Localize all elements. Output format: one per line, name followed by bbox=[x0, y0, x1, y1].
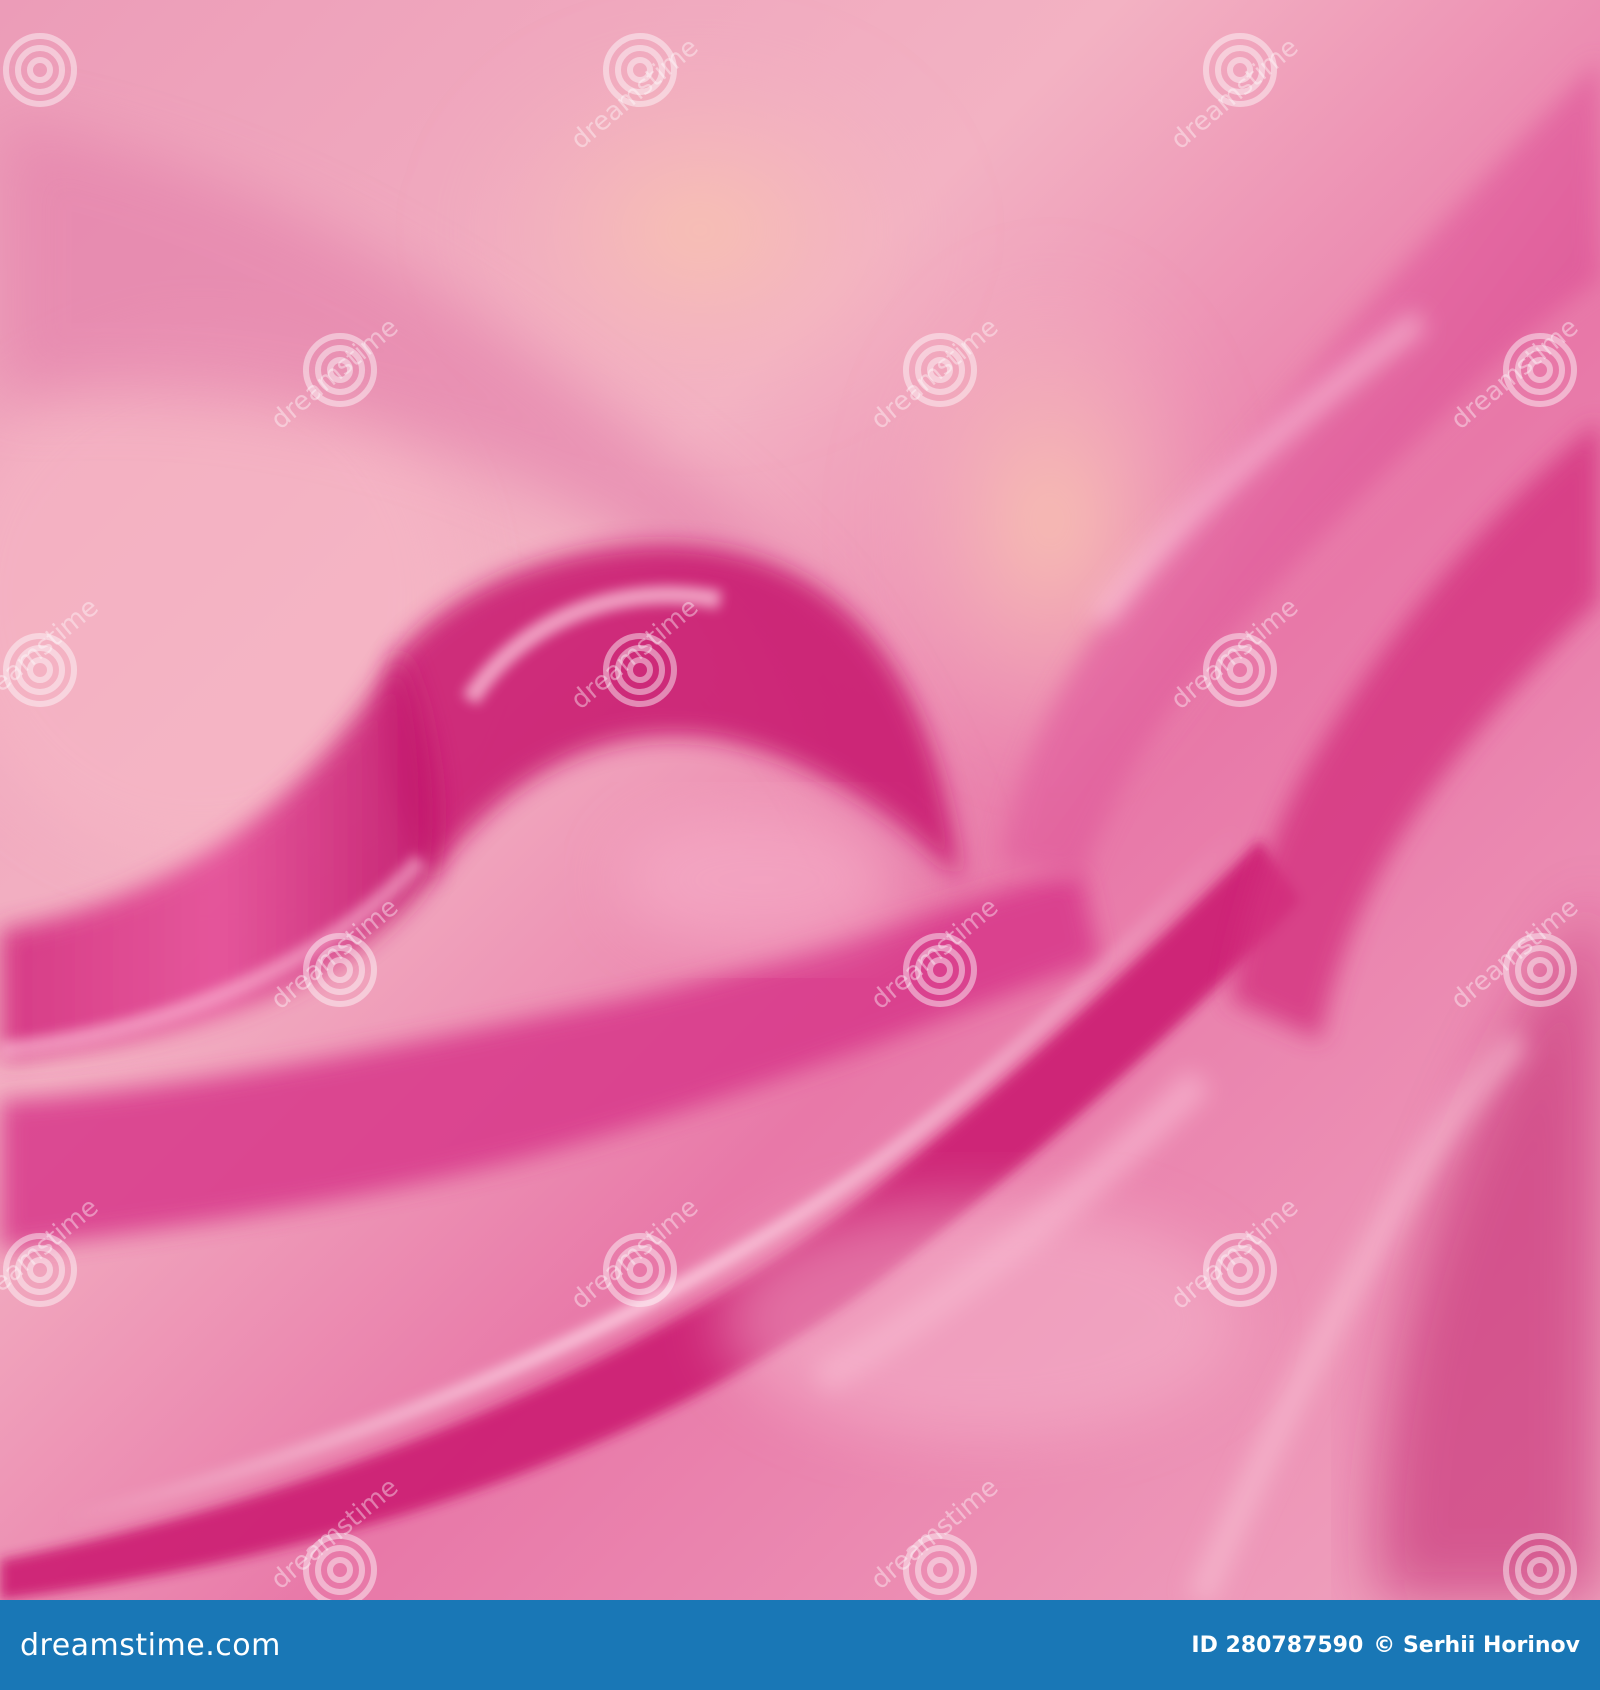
site-brand: dreamstime.com bbox=[20, 1627, 281, 1663]
pink-silk-photo bbox=[0, 0, 1600, 1600]
author-credit: © Serhii Horinov bbox=[1373, 1632, 1580, 1658]
image-id: ID 280787590 bbox=[1191, 1632, 1364, 1658]
credit-footer: dreamstime.com ID 280787590 © Serhii Hor… bbox=[0, 1600, 1600, 1690]
stock-photo-page: dreamstime dreamstime dreamstime dreamstime… bbox=[0, 0, 1600, 1690]
image-credit: ID 280787590 © Serhii Horinov bbox=[1191, 1633, 1580, 1658]
